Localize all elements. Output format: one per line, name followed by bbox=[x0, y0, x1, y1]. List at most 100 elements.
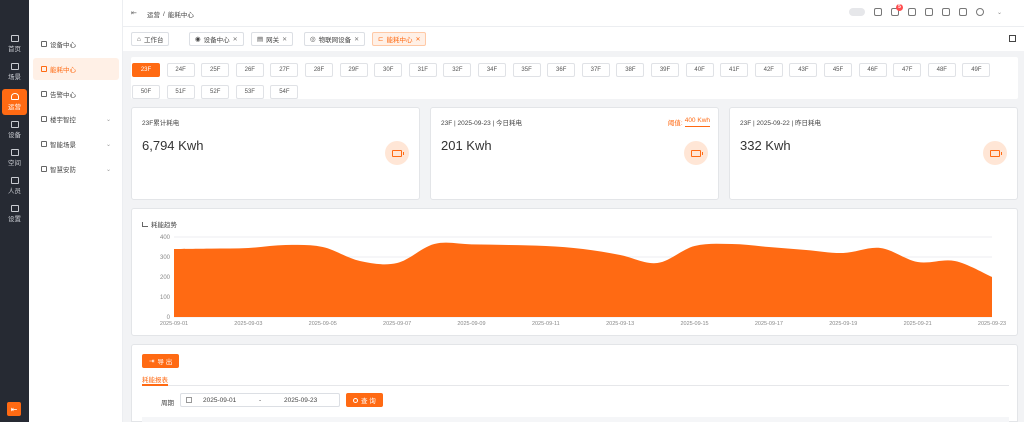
y-tick-label: 100 bbox=[160, 295, 171, 301]
floor-button-25f[interactable]: 25F bbox=[201, 63, 230, 77]
floor-button-53f[interactable]: 53F bbox=[235, 85, 264, 99]
floor-button-28f[interactable]: 28F bbox=[305, 63, 333, 77]
grid-scene-icon bbox=[41, 141, 47, 147]
floor-button-35f[interactable]: 35F bbox=[512, 63, 541, 77]
building-icon bbox=[41, 116, 47, 122]
tab-energy-report[interactable]: 耗能报表 bbox=[142, 374, 168, 384]
top-header: ⇤ 运营 / 能耗中心 5 ⌄ bbox=[123, 0, 1024, 27]
submenu-item-energy-center[interactable]: 能耗中心 bbox=[33, 58, 119, 80]
floor-button-23f[interactable]: 23F bbox=[132, 63, 160, 77]
table-header bbox=[142, 417, 1009, 422]
tab-label: 物联网设备 bbox=[318, 37, 352, 44]
tab-workbench[interactable]: ⌂ 工作台 bbox=[131, 32, 170, 46]
tab-bar: ⌂ 工作台 ◉ 设备中心 ✕ ▤ 网关 ✕ ◎ 物联网设备 ✕ ⊏ 能耗中心 ✕ bbox=[123, 27, 1024, 51]
notification-icon[interactable]: 5 bbox=[891, 4, 903, 16]
tab-gateway[interactable]: ▤ 网关 ✕ bbox=[251, 32, 294, 46]
x-tick-label: 2025-09-13 bbox=[606, 321, 634, 327]
export-icon: ⇥ bbox=[149, 358, 155, 365]
floor-button-51f[interactable]: 51F bbox=[166, 85, 195, 99]
floor-button-50f[interactable]: 50F bbox=[132, 85, 160, 99]
floor-button-48f[interactable]: 48F bbox=[927, 63, 956, 77]
floor-button-52f[interactable]: 52F bbox=[201, 85, 230, 99]
rail-item-space[interactable]: 空间 bbox=[0, 145, 29, 171]
floor-button-26f[interactable]: 26F bbox=[235, 63, 264, 77]
submenu-item-alarm-center[interactable]: 告警中心 bbox=[33, 83, 119, 105]
user-menu-chevron-icon[interactable]: ⌄ bbox=[997, 9, 1002, 16]
floor-button-54f[interactable]: 54F bbox=[270, 85, 299, 99]
translate-icon[interactable] bbox=[942, 8, 950, 16]
tab-iot-device[interactable]: ◎ 物联网设备 ✕ bbox=[304, 32, 366, 46]
fullscreen-icon[interactable] bbox=[959, 8, 967, 16]
floor-button-49f[interactable]: 49F bbox=[962, 63, 991, 77]
date-range-picker[interactable]: 2025-09-01 - 2025-09-23 bbox=[180, 393, 340, 407]
collapse-sidebar-button[interactable]: ⇤ bbox=[7, 402, 21, 416]
nav-rail: 首页 场景 运营 设备 空间 人员 设置 ⇤ bbox=[0, 0, 29, 422]
close-icon[interactable]: ✕ bbox=[354, 36, 359, 43]
avatar[interactable] bbox=[976, 8, 984, 16]
search-icon bbox=[353, 397, 358, 403]
breadcrumb: 运营 / 能耗中心 bbox=[147, 9, 194, 20]
floor-button-29f[interactable]: 29F bbox=[339, 63, 368, 77]
grid-layout-icon[interactable] bbox=[1009, 35, 1016, 42]
rail-item-scene[interactable]: 场景 bbox=[0, 59, 29, 85]
bell-icon[interactable] bbox=[925, 8, 933, 16]
battery-icon bbox=[684, 141, 708, 165]
submenu-item-device-center[interactable]: 设备中心 bbox=[33, 33, 119, 55]
card-value: 201 Kwh bbox=[441, 138, 492, 153]
tab-energy-center[interactable]: ⊏ 能耗中心 ✕ bbox=[372, 32, 427, 46]
rail-item-label: 运营 bbox=[8, 104, 21, 111]
rail-item-home[interactable]: 首页 bbox=[0, 31, 29, 57]
menu-toggle-icon[interactable]: ⇤ bbox=[131, 9, 137, 17]
theme-toggle[interactable] bbox=[849, 8, 865, 16]
rail-item-people[interactable]: 人员 bbox=[0, 173, 29, 199]
rail-item-settings[interactable]: 设置 bbox=[0, 201, 29, 227]
floor-button-42f[interactable]: 42F bbox=[754, 63, 783, 77]
close-icon[interactable]: ✕ bbox=[415, 36, 420, 43]
floor-button-36f[interactable]: 36F bbox=[547, 63, 576, 77]
threshold[interactable]: 阈值: 400 Kwh bbox=[668, 117, 710, 127]
floor-button-32f[interactable]: 32F bbox=[443, 63, 472, 77]
floor-button-37f[interactable]: 37F bbox=[581, 63, 610, 77]
floor-button-39f[interactable]: 39F bbox=[651, 63, 679, 77]
floor-button-34f[interactable]: 34F bbox=[478, 63, 506, 77]
yesterday-consumption-card: 23F | 2025-09-22 | 昨日耗电 332 Kwh bbox=[729, 107, 1018, 200]
document-icon[interactable] bbox=[874, 8, 882, 16]
tab-device-center[interactable]: ◉ 设备中心 ✕ bbox=[189, 32, 244, 46]
breadcrumb-item[interactable]: 运营 bbox=[147, 9, 160, 19]
submenu-item-label: 能耗中心 bbox=[50, 67, 76, 74]
x-tick-label: 2025-09-09 bbox=[457, 321, 485, 327]
energy-icon: ⊏ bbox=[378, 36, 384, 43]
x-tick-label: 2025-09-01 bbox=[160, 321, 188, 327]
floor-button-40f[interactable]: 40F bbox=[685, 63, 714, 77]
scene-icon bbox=[10, 63, 19, 70]
floor-button-31f[interactable]: 31F bbox=[408, 63, 437, 77]
energy-icon bbox=[41, 66, 47, 72]
floor-button-27f[interactable]: 27F bbox=[270, 63, 299, 77]
rail-item-operation[interactable]: 运营 bbox=[2, 89, 27, 115]
close-icon[interactable]: ✕ bbox=[282, 36, 287, 43]
rail-item-device[interactable]: 设备 bbox=[0, 117, 29, 143]
query-button[interactable]: 查 询 bbox=[346, 393, 383, 407]
floor-button-45f[interactable]: 45F bbox=[824, 63, 852, 77]
floor-button-30f[interactable]: 30F bbox=[374, 63, 403, 77]
people-icon bbox=[10, 177, 19, 184]
close-icon[interactable]: ✕ bbox=[233, 36, 238, 43]
floor-button-43f[interactable]: 43F bbox=[789, 63, 818, 77]
end-date[interactable]: 2025-09-23 bbox=[284, 397, 317, 404]
submenu-item-security[interactable]: 智慧安防 ⌄ bbox=[33, 158, 119, 180]
export-button[interactable]: ⇥ 导 出 bbox=[142, 354, 180, 368]
start-date[interactable]: 2025-09-01 bbox=[203, 397, 236, 404]
floor-button-24f[interactable]: 24F bbox=[166, 63, 195, 77]
rail-item-label: 场景 bbox=[8, 74, 21, 81]
lock-icon[interactable] bbox=[908, 8, 916, 16]
floor-button-46f[interactable]: 46F bbox=[858, 63, 887, 77]
floor-button-41f[interactable]: 41F bbox=[720, 63, 749, 77]
submenu-item-smart-scene[interactable]: 智能场景 ⌄ bbox=[33, 133, 119, 155]
rail-item-label: 首页 bbox=[8, 46, 21, 53]
y-tick-label: 400 bbox=[160, 235, 171, 241]
export-label: 导 出 bbox=[157, 359, 173, 366]
floor-button-38f[interactable]: 38F bbox=[616, 63, 645, 77]
submenu-item-building-control[interactable]: 楼宇智控 ⌄ bbox=[33, 108, 119, 130]
tab-label: 工作台 bbox=[143, 37, 164, 44]
floor-button-47f[interactable]: 47F bbox=[893, 63, 922, 77]
